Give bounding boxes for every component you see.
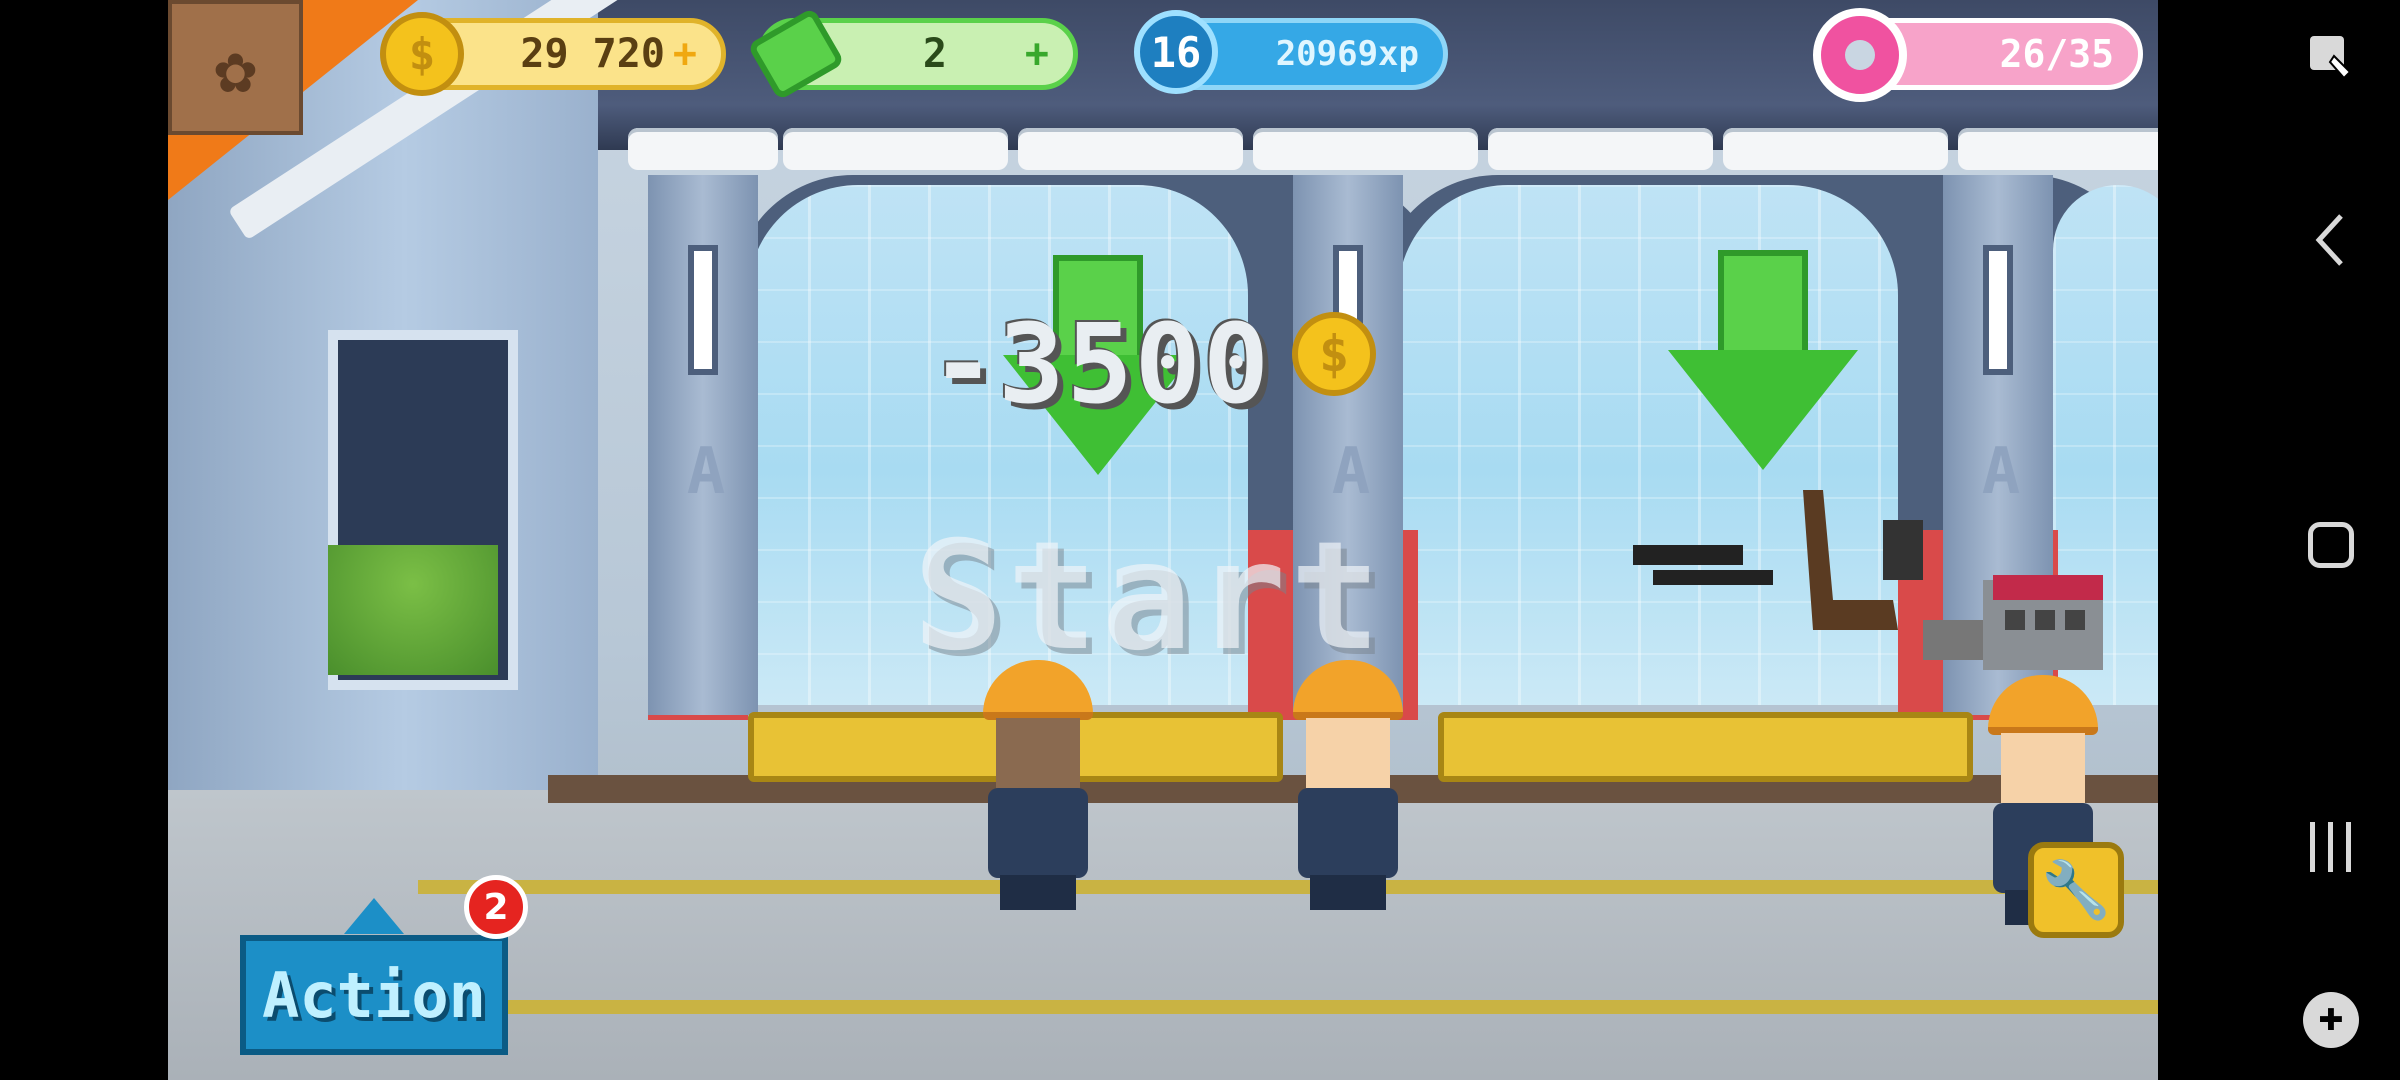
home-icon[interactable] bbox=[2296, 510, 2366, 580]
screenshot-icon[interactable] bbox=[2296, 22, 2366, 92]
assembly-rail bbox=[1438, 712, 1973, 782]
wall-lamp bbox=[688, 245, 718, 375]
coin-icon: $ bbox=[1292, 312, 1376, 396]
car-assembly-machine[interactable] bbox=[1633, 480, 2123, 680]
coins-value: 29 720 bbox=[520, 31, 665, 77]
donuts-value: 26/35 bbox=[1999, 32, 2114, 76]
pillar-letter: A bbox=[1331, 435, 1371, 509]
coin-icon: $ bbox=[380, 12, 464, 96]
level-star-icon: 16 bbox=[1134, 10, 1218, 94]
pillar-letter: A bbox=[686, 435, 726, 509]
xp-value: 20969xp bbox=[1275, 34, 1419, 74]
ceiling-light bbox=[783, 128, 1008, 170]
ceiling-light bbox=[1018, 128, 1243, 170]
donut-icon bbox=[1813, 8, 1907, 102]
pillar: A bbox=[648, 175, 758, 715]
back-icon[interactable] bbox=[2296, 205, 2366, 275]
player-avatar[interactable]: ✿ bbox=[168, 0, 303, 135]
ceiling-light bbox=[1253, 128, 1478, 170]
wall-lamp bbox=[1983, 245, 2013, 375]
game-tools-icon[interactable]: ✚ bbox=[2296, 985, 2366, 1055]
wrench-icon: 🔧 bbox=[2041, 858, 2111, 923]
start-label[interactable]: Start bbox=[913, 510, 1385, 684]
worker[interactable] bbox=[1288, 660, 1408, 910]
place-here-arrow-icon bbox=[1668, 250, 1858, 470]
ceiling-light bbox=[1723, 128, 1948, 170]
cash-value: 2 bbox=[922, 31, 947, 77]
ceiling-light bbox=[1488, 128, 1713, 170]
action-badge: 2 bbox=[464, 875, 528, 939]
ceiling-light bbox=[1958, 128, 2158, 170]
game-viewport[interactable]: A A A -3500 $ Start ✿ 29 720 + $ 2 + 209… bbox=[168, 0, 2158, 1080]
add-cash-icon[interactable]: + bbox=[1025, 31, 1049, 77]
wrench-button[interactable]: 🔧 bbox=[2028, 842, 2124, 938]
cost-popup: -3500 bbox=[930, 300, 1272, 428]
floor-marking bbox=[368, 1000, 2158, 1014]
bush bbox=[328, 545, 498, 675]
action-button[interactable]: Action bbox=[240, 935, 508, 1055]
add-coins-icon[interactable]: + bbox=[673, 31, 697, 77]
ceiling-light bbox=[628, 128, 778, 170]
worker-pirate[interactable] bbox=[978, 660, 1098, 910]
recents-icon[interactable] bbox=[2296, 812, 2366, 882]
action-up-arrow-icon bbox=[344, 898, 404, 934]
